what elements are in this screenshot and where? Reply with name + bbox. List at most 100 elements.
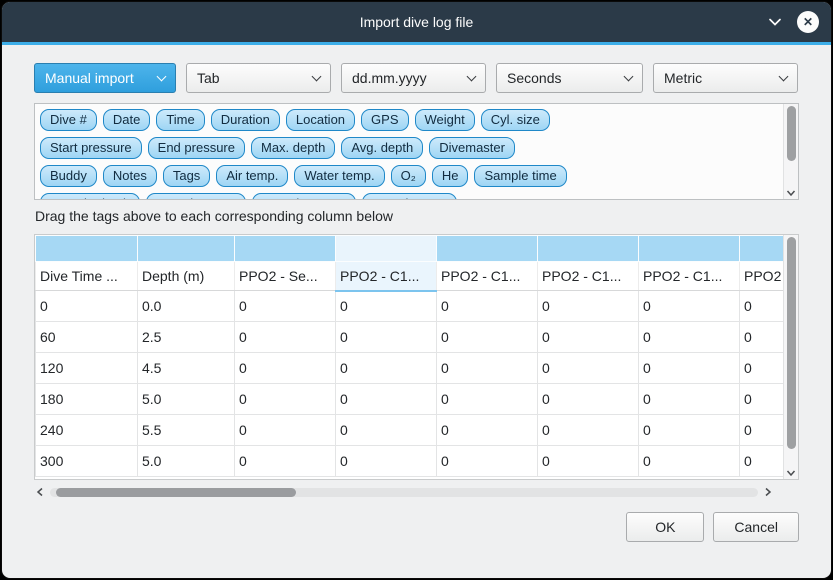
tag-chip[interactable]: Sample depth	[40, 193, 140, 200]
field-separator-combo[interactable]: Tab	[186, 63, 331, 93]
horizontal-scrollbar-track[interactable]	[50, 488, 758, 497]
table-cell: 0	[538, 322, 639, 353]
tag-chip[interactable]: Avg. depth	[341, 137, 423, 159]
window-shade-icon[interactable]	[767, 14, 783, 30]
chevron-down-icon	[157, 71, 167, 81]
table-row: 00.0000000	[36, 291, 784, 322]
table-cell: 0	[740, 446, 784, 477]
tag-chip[interactable]: Duration	[211, 109, 280, 131]
chevron-down-icon	[779, 71, 789, 81]
table-scrollbar[interactable]	[783, 235, 798, 479]
tag-chip[interactable]: Sample press.	[252, 193, 355, 200]
tag-chip[interactable]: Air temp.	[216, 165, 288, 187]
column-header[interactable]: PPO2	[740, 262, 784, 291]
column-drop-target[interactable]	[235, 236, 336, 262]
table-cell: 0	[538, 353, 639, 384]
table-cell: 0	[639, 353, 740, 384]
table-cell: 0	[437, 291, 538, 322]
tag-chip[interactable]: He	[432, 165, 469, 187]
date-format-combo[interactable]: dd.mm.yyyy	[341, 63, 486, 93]
column-drop-target[interactable]	[138, 236, 235, 262]
column-drop-target[interactable]	[437, 236, 538, 262]
tag-chip[interactable]: O₂	[391, 165, 426, 187]
table-cell: 300	[36, 446, 138, 477]
table-cell: 0	[336, 446, 437, 477]
tag-chip[interactable]: Max. depth	[251, 137, 335, 159]
tag-chip[interactable]: Notes	[103, 165, 157, 187]
tag-chip[interactable]: Start pressure	[40, 137, 142, 159]
horizontal-scrollbar-thumb[interactable]	[56, 488, 296, 497]
table-cell: 0	[740, 415, 784, 446]
table-cell: 0	[740, 291, 784, 322]
tag-chip[interactable]: Divemaster	[429, 137, 515, 159]
units-combo[interactable]: Metric	[653, 63, 798, 93]
units-value: Metric	[664, 70, 702, 86]
scroll-down-icon[interactable]	[784, 189, 798, 197]
column-drop-target[interactable]	[740, 236, 784, 262]
tag-chip[interactable]: Location	[286, 109, 355, 131]
table-cell: 0	[235, 384, 336, 415]
column-drop-target[interactable]	[538, 236, 639, 262]
tag-scrollbar[interactable]	[783, 104, 798, 199]
column-header[interactable]: Dive Time ...	[36, 262, 138, 291]
tag-row: Dive # Date Time Duration Location GPS Weight C…	[40, 109, 776, 131]
table-cell: 0	[740, 384, 784, 415]
tag-scrollbar-thumb[interactable]	[787, 106, 796, 161]
column-drop-target[interactable]	[36, 236, 138, 262]
instruction-text: Drag the tags above to each correspondin…	[35, 208, 799, 224]
column-drop-target[interactable]	[639, 236, 740, 262]
tag-chip[interactable]: Water temp.	[294, 165, 384, 187]
column-drop-target[interactable]	[336, 236, 437, 262]
table-cell: 0	[235, 353, 336, 384]
column-header[interactable]: PPO2 - C1...	[639, 262, 740, 291]
titlebar-buttons: ✕	[767, 2, 819, 42]
import-type-combo[interactable]: Manual import	[34, 63, 176, 93]
column-header[interactable]: PPO2 - Se...	[235, 262, 336, 291]
column-header[interactable]: PPO2 - C1...	[336, 262, 437, 291]
table-cell: 0	[740, 322, 784, 353]
table-cell: 0	[437, 446, 538, 477]
table-cell: 0	[336, 322, 437, 353]
time-format-combo[interactable]: Seconds	[496, 63, 643, 93]
table-scrollbar-thumb[interactable]	[787, 237, 796, 449]
tag-chip[interactable]: Sample CNS	[362, 193, 457, 200]
table-cell: 2.5	[138, 322, 235, 353]
tag-chip[interactable]: Weight	[415, 109, 475, 131]
table-cell: 5.0	[138, 446, 235, 477]
ok-button[interactable]: OK	[626, 512, 704, 542]
table-row: 3005.0000000	[36, 446, 784, 477]
tag-chip[interactable]: End pressure	[148, 137, 245, 159]
tag-chip[interactable]: Cyl. size	[481, 109, 550, 131]
tag-chip[interactable]: GPS	[361, 109, 408, 131]
scroll-right-icon[interactable]	[762, 487, 774, 497]
table-cell: 0	[639, 446, 740, 477]
column-header[interactable]: Depth (m)	[138, 262, 235, 291]
tag-chip[interactable]: Time	[156, 109, 204, 131]
tag-list-box: Dive # Date Time Duration Location GPS Weight C…	[34, 103, 799, 200]
tag-chip[interactable]: Sample time	[474, 165, 566, 187]
table-cell: 0	[437, 415, 538, 446]
table-cell: 0	[336, 384, 437, 415]
tag-row: Sample depth Sample temp. Sample press. Sam…	[40, 193, 776, 200]
tag-chip[interactable]: Buddy	[40, 165, 97, 187]
table-cell: 0	[336, 353, 437, 384]
table-cell: 0	[538, 384, 639, 415]
horizontal-scrollbar[interactable]	[34, 485, 774, 499]
table-cell: 4.5	[138, 353, 235, 384]
tag-chip[interactable]: Sample temp.	[146, 193, 246, 200]
table-cell: 0	[235, 322, 336, 353]
table-cell: 60	[36, 322, 138, 353]
tag-chip[interactable]: Dive #	[40, 109, 97, 131]
cancel-button[interactable]: Cancel	[713, 512, 799, 542]
column-header[interactable]: PPO2 - C1...	[538, 262, 639, 291]
import-options-row: Manual import Tab dd.mm.yyyy Seconds Met…	[34, 63, 799, 93]
chevron-down-icon	[312, 71, 322, 81]
tag-chip[interactable]: Tags	[163, 165, 210, 187]
window-close-button[interactable]: ✕	[797, 11, 819, 33]
scroll-left-icon[interactable]	[34, 487, 46, 497]
column-header[interactable]: PPO2 - C1...	[437, 262, 538, 291]
scroll-down-icon[interactable]	[784, 469, 798, 477]
titlebar[interactable]: Import dive log file ✕	[2, 2, 831, 42]
table-row: 1204.5000000	[36, 353, 784, 384]
tag-chip[interactable]: Date	[103, 109, 150, 131]
